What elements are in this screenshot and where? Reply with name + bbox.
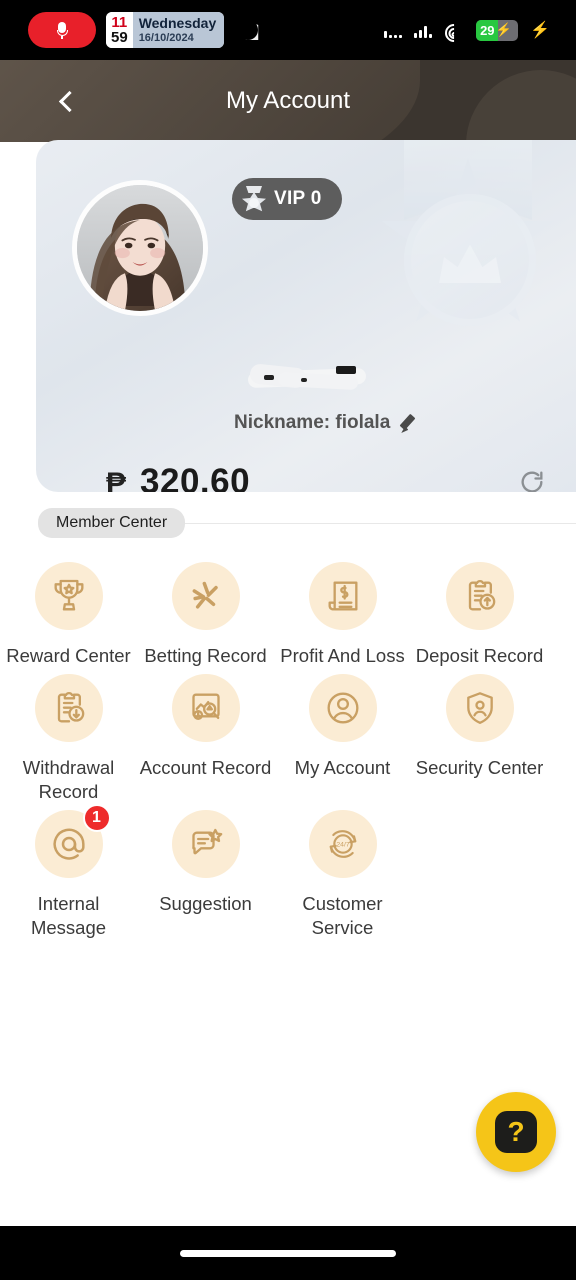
menu-item-internal-message[interactable]: 1 Internal Message bbox=[0, 804, 137, 940]
balance-row: ₱ 320.60 bbox=[106, 462, 250, 492]
member-center-section: Member Center bbox=[0, 508, 576, 538]
clipboard-up-arrow-icon bbox=[445, 562, 514, 630]
balance-amount: 320.60 bbox=[140, 462, 251, 492]
clock-hour: 11 bbox=[111, 14, 128, 31]
menu-item-withdrawal-record[interactable]: Withdrawal Record bbox=[0, 668, 137, 804]
clipboard-down-arrow-icon bbox=[34, 674, 103, 743]
trophy-icon bbox=[34, 562, 103, 630]
starburst-icon bbox=[171, 562, 240, 630]
profile-card: VIP 0 Nickname: fiolala ₱ 320.60 Deposit… bbox=[36, 140, 576, 492]
clock-weekday: Wednesday bbox=[138, 15, 217, 31]
status-bar: 11 59 Wednesday 16/10/2024 29 ⚡ ⚡ bbox=[0, 0, 576, 60]
menu-item-label: Deposit Record bbox=[415, 645, 544, 666]
avatar[interactable] bbox=[72, 180, 208, 316]
refresh-icon[interactable] bbox=[518, 468, 546, 492]
menu-item-account-record[interactable]: Account Record bbox=[137, 668, 274, 804]
chart-search-icon bbox=[171, 674, 240, 743]
menu-item-betting-record[interactable]: Betting Record bbox=[137, 556, 274, 668]
page-title: My Account bbox=[225, 87, 351, 114]
menu-item-label: Customer Service bbox=[302, 893, 383, 939]
status-bar-left: 11 59 Wednesday 16/10/2024 bbox=[28, 12, 258, 48]
home-indicator[interactable] bbox=[180, 1249, 396, 1257]
grid-row-1: Reward Center Betting Record Profit And … bbox=[0, 556, 576, 668]
battery-percent: 29 bbox=[480, 22, 495, 38]
clock-widget[interactable]: 11 59 Wednesday 16/10/2024 bbox=[106, 12, 225, 48]
battery-icon: 29 ⚡ bbox=[476, 19, 519, 41]
menu-item-label: Withdrawal Record bbox=[22, 757, 115, 803]
wifi-icon bbox=[441, 19, 467, 46]
moon-icon bbox=[238, 20, 258, 40]
menu-item-security-center[interactable]: Security Center bbox=[411, 668, 548, 804]
menu-item-label: Security Center bbox=[415, 757, 544, 779]
menu-item-label: Betting Record bbox=[144, 645, 267, 666]
invoice-dollar-icon bbox=[308, 562, 377, 630]
menu-item-reward-center[interactable]: Reward Center bbox=[0, 556, 137, 668]
signal-bars-icon bbox=[384, 23, 403, 38]
menu-item-label: Reward Center bbox=[6, 645, 131, 666]
currency-symbol: ₱ bbox=[106, 467, 127, 492]
nickname-label: Nickname: fiolala bbox=[234, 412, 391, 433]
username-redacted bbox=[247, 363, 367, 398]
microphone-icon[interactable] bbox=[28, 12, 96, 48]
shield-user-icon bbox=[445, 674, 514, 743]
menu-item-label: Profit And Loss bbox=[280, 645, 405, 666]
fab-label: ? bbox=[507, 1116, 525, 1147]
vip-label: VIP 0 bbox=[274, 188, 322, 209]
menu-item-label: My Account bbox=[294, 757, 391, 779]
medal-icon bbox=[242, 186, 266, 212]
question-mark-icon: ? bbox=[495, 1111, 537, 1153]
bolt-icon: ⚡ bbox=[530, 22, 550, 39]
menu-item-customer-service[interactable]: 24/7 Customer Service bbox=[274, 804, 411, 940]
member-center-grid: Reward Center Betting Record Profit And … bbox=[0, 556, 576, 940]
grid-row-3: 1 Internal Message Suggestion 24/7 Custo… bbox=[0, 804, 576, 940]
menu-item-deposit-record[interactable]: Deposit Record bbox=[411, 556, 548, 668]
user-circle-icon bbox=[308, 674, 377, 743]
medal-watermark bbox=[368, 140, 568, 392]
clock-date-value: 16/10/2024 bbox=[138, 31, 194, 44]
clock-time: 11 59 bbox=[106, 12, 133, 48]
help-fab[interactable]: ? bbox=[476, 1092, 556, 1172]
menu-item-profit-and-loss[interactable]: Profit And Loss bbox=[274, 556, 411, 668]
menu-item-my-account[interactable]: My Account bbox=[274, 668, 411, 804]
section-divider bbox=[185, 522, 576, 524]
menu-item-label: Internal Message bbox=[30, 893, 107, 939]
support-24-7-icon: 24/7 bbox=[308, 810, 377, 879]
menu-item-suggestion[interactable]: Suggestion bbox=[137, 804, 274, 940]
section-label: Member Center bbox=[38, 508, 186, 538]
battery-charging-icon: ⚡ bbox=[495, 22, 512, 37]
menu-item-label: Suggestion bbox=[159, 893, 252, 915]
signal-bars-icon-2 bbox=[414, 23, 433, 38]
microphone-glyph bbox=[56, 21, 68, 39]
vip-badge[interactable]: VIP 0 bbox=[232, 178, 342, 220]
svg-text:24/7: 24/7 bbox=[336, 842, 349, 849]
clock-minute: 59 bbox=[111, 29, 128, 46]
nickname-row: Nickname: fiolala bbox=[234, 412, 420, 434]
phone-screen: 11 59 Wednesday 16/10/2024 29 ⚡ ⚡ My Acc… bbox=[0, 0, 576, 1280]
menu-item-label: Account Record bbox=[139, 757, 272, 779]
gesture-bar bbox=[0, 1226, 576, 1280]
grid-row-2: Withdrawal Record Account Record My Acco… bbox=[0, 668, 576, 804]
pencil-icon[interactable] bbox=[399, 413, 420, 433]
grid-empty-cell bbox=[411, 804, 548, 940]
status-bar-right: 29 ⚡ ⚡ bbox=[384, 19, 550, 46]
clock-date: Wednesday 16/10/2024 bbox=[132, 12, 225, 48]
page-header: My Account bbox=[0, 60, 576, 142]
message-badge: 1 bbox=[82, 804, 111, 833]
chat-star-icon bbox=[171, 810, 240, 879]
